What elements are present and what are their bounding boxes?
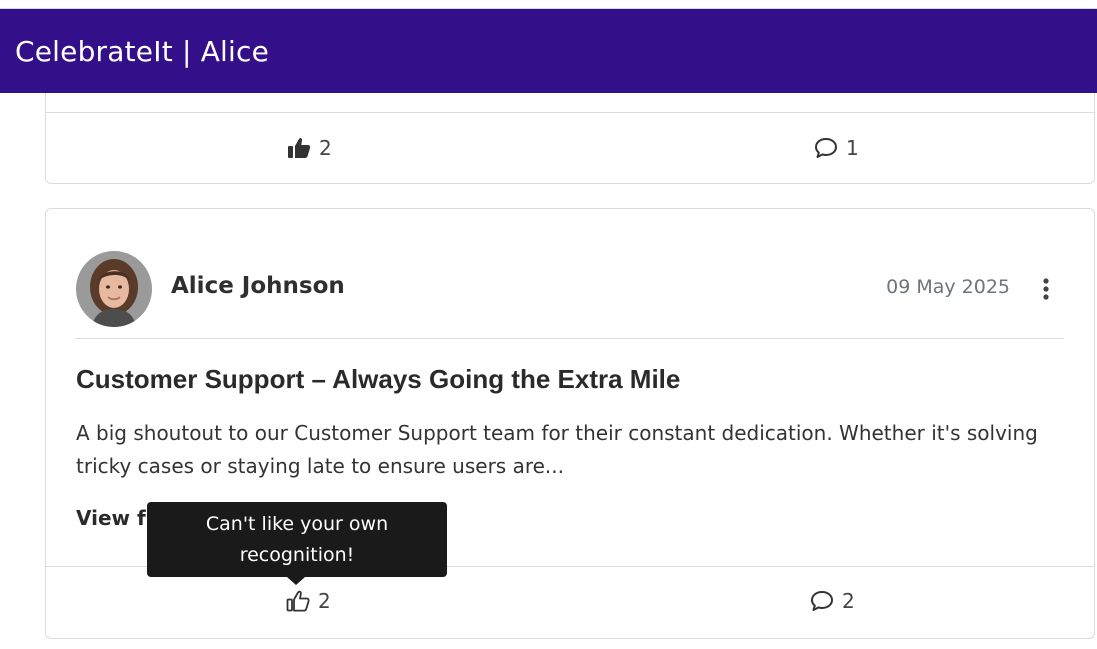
thumbs-up-outline-icon xyxy=(286,590,310,612)
post-body: A big shoutout to our Customer Support t… xyxy=(76,421,1038,478)
comment-button[interactable]: 2 xyxy=(810,589,855,613)
comment-count: 2 xyxy=(842,589,855,613)
like-tooltip: Can't like your own recognition! xyxy=(147,502,447,577)
tooltip-arrow xyxy=(287,577,305,585)
comment-icon xyxy=(814,137,838,159)
card-divider xyxy=(46,112,1094,113)
like-button[interactable]: 2 xyxy=(287,136,332,160)
avatar[interactable] xyxy=(76,251,152,327)
comment-count: 1 xyxy=(846,136,859,160)
window-top-edge xyxy=(0,0,1097,9)
like-count: 2 xyxy=(319,136,332,160)
app-title[interactable]: CelebrateIt | Alice xyxy=(15,35,269,68)
comment-icon xyxy=(810,590,834,612)
kebab-menu-icon[interactable] xyxy=(1040,277,1052,301)
post-header-divider xyxy=(76,338,1064,339)
post-date: 09 May 2025 xyxy=(886,276,1010,298)
thumbs-up-filled-icon xyxy=(287,137,311,159)
app-header: CelebrateIt | Alice xyxy=(0,9,1097,93)
author-name[interactable]: Alice Johnson xyxy=(171,273,345,299)
like-button[interactable]: 2 xyxy=(286,589,331,613)
like-count: 2 xyxy=(318,589,331,613)
post-title: Customer Support – Always Going the Extr… xyxy=(76,364,681,394)
comment-button[interactable]: 1 xyxy=(814,136,859,160)
tooltip-text: Can't like your own recognition! xyxy=(205,512,389,566)
